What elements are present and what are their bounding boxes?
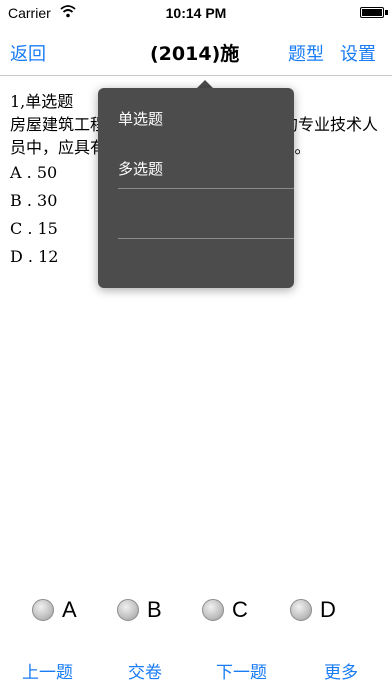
page-title: (2014)施 bbox=[150, 43, 240, 65]
choice-b[interactable]: B bbox=[117, 596, 162, 624]
navigation-bar: 返回 (2014)施 题型 设置 bbox=[0, 26, 392, 76]
settings-button[interactable]: 设置 bbox=[340, 40, 376, 66]
popup-divider bbox=[118, 188, 294, 189]
radio-d[interactable] bbox=[290, 599, 312, 621]
popup-item-multiple-choice[interactable]: 多选题 bbox=[118, 158, 163, 179]
submit-exam-button[interactable]: 交卷 bbox=[128, 658, 162, 683]
next-question-button[interactable]: 下一题 bbox=[216, 658, 267, 683]
popup-item-single-choice[interactable]: 单选题 bbox=[118, 108, 163, 129]
status-time: 10:14 PM bbox=[165, 5, 227, 21]
choice-d-label: D bbox=[320, 597, 336, 622]
more-button[interactable]: 更多 bbox=[324, 658, 358, 683]
radio-b[interactable] bbox=[117, 599, 139, 621]
previous-question-button[interactable]: 上一题 bbox=[22, 658, 73, 683]
status-bar: Carrier 10:14 PM bbox=[0, 0, 392, 26]
radio-c[interactable] bbox=[202, 599, 224, 621]
back-button[interactable]: 返回 bbox=[10, 40, 46, 66]
bottom-toolbar: 上一题 交卷 下一题 更多 bbox=[0, 650, 392, 696]
popup-divider bbox=[118, 238, 294, 239]
choice-a-label: A bbox=[62, 597, 77, 622]
choice-c[interactable]: C bbox=[202, 596, 248, 624]
radio-a[interactable] bbox=[32, 599, 54, 621]
choice-c-label: C bbox=[232, 597, 248, 622]
choice-a[interactable]: A bbox=[32, 596, 77, 624]
question-type-button[interactable]: 题型 bbox=[288, 40, 324, 66]
choice-d[interactable]: D bbox=[290, 596, 336, 624]
choice-b-label: B bbox=[147, 597, 162, 622]
question-type-popup: 单选题 多选题 bbox=[98, 88, 294, 288]
battery-icon bbox=[360, 7, 384, 18]
battery-cap bbox=[385, 10, 388, 15]
battery-fill bbox=[362, 9, 382, 16]
